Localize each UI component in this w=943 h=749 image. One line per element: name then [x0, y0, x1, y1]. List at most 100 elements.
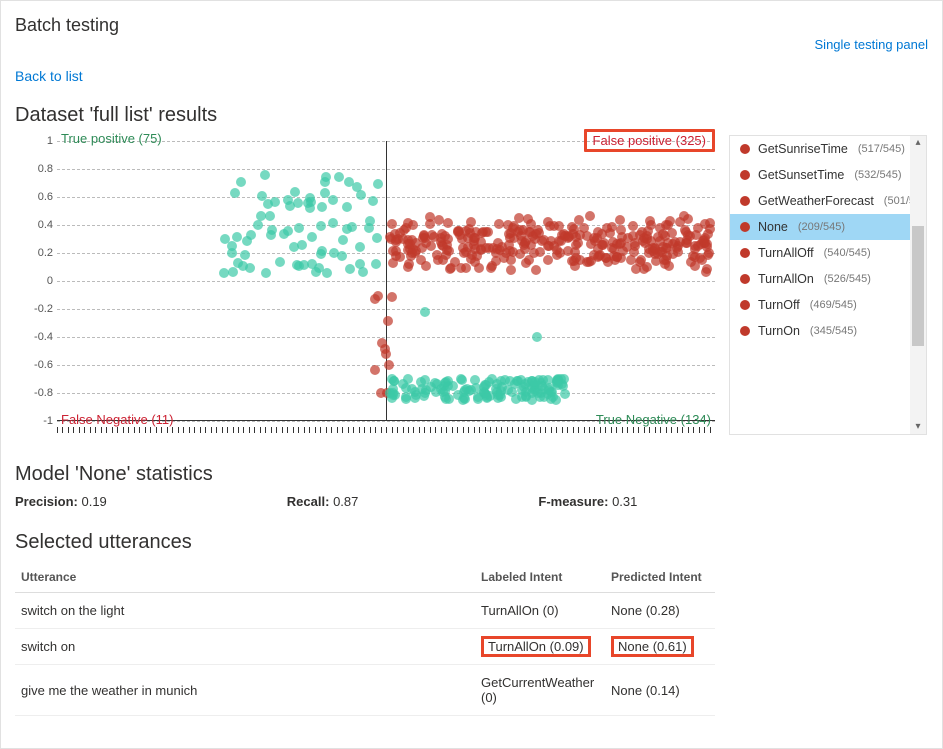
data-point[interactable] [518, 225, 528, 235]
legend-item-turnalloff[interactable]: TurnAllOff(540/545) [730, 240, 910, 266]
legend-item-turnallon[interactable]: TurnAllOn(526/545) [730, 266, 910, 292]
data-point[interactable] [543, 255, 553, 265]
data-point[interactable] [373, 291, 383, 301]
data-point[interactable] [364, 223, 374, 233]
data-point[interactable] [443, 218, 453, 228]
data-point[interactable] [403, 262, 413, 272]
data-point[interactable] [520, 379, 530, 389]
data-point[interactable] [342, 224, 352, 234]
table-row[interactable]: switch on the lightTurnAllOn (0)None (0.… [15, 593, 715, 629]
data-point[interactable] [421, 261, 431, 271]
data-point[interactable] [569, 224, 579, 234]
data-point[interactable] [297, 240, 307, 250]
scroll-down-arrow[interactable]: ▾ [910, 420, 926, 434]
data-point[interactable] [500, 375, 510, 385]
data-point[interactable] [431, 387, 441, 397]
data-point[interactable] [590, 236, 600, 246]
data-point[interactable] [571, 253, 581, 263]
data-point[interactable] [421, 385, 431, 395]
data-point[interactable] [275, 257, 285, 267]
data-point[interactable] [387, 219, 397, 229]
data-point[interactable] [453, 227, 463, 237]
legend-item-turnon[interactable]: TurnOn(345/545) [730, 318, 910, 344]
data-point[interactable] [456, 374, 466, 384]
data-point[interactable] [317, 202, 327, 212]
data-point[interactable] [675, 237, 685, 247]
data-point[interactable] [293, 198, 303, 208]
data-point[interactable] [219, 268, 229, 278]
data-point[interactable] [317, 246, 327, 256]
data-point[interactable] [543, 217, 553, 227]
data-point[interactable] [481, 380, 491, 390]
data-point[interactable] [626, 255, 636, 265]
data-point[interactable] [316, 221, 326, 231]
data-point[interactable] [467, 250, 477, 260]
data-point[interactable] [702, 264, 712, 274]
data-point[interactable] [585, 211, 595, 221]
data-point[interactable] [355, 242, 365, 252]
data-point[interactable] [638, 236, 648, 246]
data-point[interactable] [283, 195, 293, 205]
data-point[interactable] [599, 238, 609, 248]
data-point[interactable] [230, 188, 240, 198]
data-point[interactable] [328, 218, 338, 228]
data-point[interactable] [342, 202, 352, 212]
data-point[interactable] [345, 264, 355, 274]
scroll-up-arrow[interactable]: ▴ [910, 136, 926, 150]
data-point[interactable] [554, 221, 564, 231]
data-point[interactable] [371, 259, 381, 269]
data-point[interactable] [372, 233, 382, 243]
data-point[interactable] [299, 260, 309, 270]
data-point[interactable] [441, 377, 451, 387]
legend-item-getweatherforecast[interactable]: GetWeatherForecast(501/545) [730, 188, 910, 214]
data-point[interactable] [257, 191, 267, 201]
data-point[interactable] [265, 211, 275, 221]
data-point[interactable] [373, 179, 383, 189]
data-point[interactable] [560, 389, 570, 399]
data-point[interactable] [320, 177, 330, 187]
single-testing-panel-link[interactable]: Single testing panel [815, 37, 928, 52]
data-point[interactable] [555, 248, 565, 258]
data-point[interactable] [530, 377, 540, 387]
data-point[interactable] [473, 394, 483, 404]
data-point[interactable] [283, 226, 293, 236]
data-point[interactable] [387, 374, 397, 384]
data-point[interactable] [655, 247, 665, 257]
data-point[interactable] [646, 220, 656, 230]
data-point[interactable] [220, 234, 230, 244]
data-point[interactable] [306, 197, 316, 207]
data-point[interactable] [352, 182, 362, 192]
legend-item-getsunsettime[interactable]: GetSunsetTime(532/545) [730, 162, 910, 188]
data-point[interactable] [337, 251, 347, 261]
data-point[interactable] [486, 263, 496, 273]
data-point[interactable] [571, 240, 581, 250]
data-point[interactable] [667, 228, 677, 238]
data-point[interactable] [358, 267, 368, 277]
data-point[interactable] [563, 233, 573, 243]
data-point[interactable] [368, 196, 378, 206]
data-point[interactable] [398, 234, 408, 244]
legend-item-none[interactable]: None(209/545) [730, 214, 910, 240]
data-point[interactable] [227, 241, 237, 251]
scroll-thumb[interactable] [912, 226, 924, 346]
data-point[interactable] [493, 393, 503, 403]
data-point[interactable] [507, 387, 517, 397]
data-point[interactable] [463, 242, 473, 252]
data-point[interactable] [481, 243, 491, 253]
data-point[interactable] [537, 236, 547, 246]
data-point[interactable] [535, 392, 545, 402]
data-point[interactable] [419, 231, 429, 241]
data-point[interactable] [388, 390, 398, 400]
data-point[interactable] [328, 195, 338, 205]
data-point[interactable] [425, 212, 435, 222]
data-point[interactable] [246, 230, 256, 240]
data-point[interactable] [690, 241, 700, 251]
data-point[interactable] [524, 255, 534, 265]
data-point[interactable] [388, 246, 398, 256]
data-point[interactable] [548, 392, 558, 402]
data-point[interactable] [482, 393, 492, 403]
data-point[interactable] [603, 257, 613, 267]
data-point[interactable] [532, 332, 542, 342]
legend-item-turnoff[interactable]: TurnOff(469/545) [730, 292, 910, 318]
data-point[interactable] [401, 392, 411, 402]
